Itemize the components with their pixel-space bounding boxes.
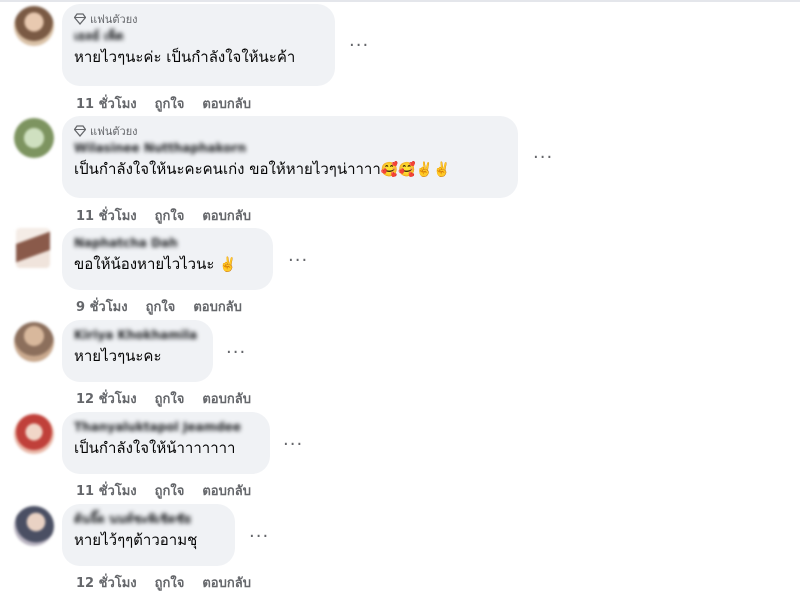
more-options-button[interactable]: ··· — [288, 252, 308, 270]
avatar[interactable] — [16, 228, 50, 268]
reply-button[interactable]: ตอบกลับ — [202, 209, 251, 224]
reply-button[interactable]: ตอบกลับ — [202, 97, 251, 112]
badge-label: แฟนตัวยง — [90, 13, 138, 26]
comment-bubble: Thanyaluktapol Jeamdee เป็นกำลังใจให้น้า… — [62, 412, 270, 474]
top-divider — [0, 0, 800, 2]
avatar[interactable] — [14, 6, 54, 46]
reply-button[interactable]: ตอบกลับ — [202, 576, 251, 591]
like-button[interactable]: ถูกใจ — [146, 300, 176, 315]
comment-time[interactable]: 11 ชั่วโมง — [76, 484, 137, 499]
more-options-button[interactable]: ··· — [226, 344, 246, 362]
top-fan-badge: แฟนตัวยง — [74, 12, 323, 26]
comment-time[interactable]: 12 ชั่วโมง — [76, 576, 137, 591]
avatar[interactable] — [14, 506, 54, 546]
comment-bubble: Kiriya Khokhamila หายไวๆนะคะ — [62, 320, 213, 382]
emoji-reaction: 🥰🥰✌️✌️ — [380, 162, 451, 178]
comment-text-body: หายไว้ๆๆต้าวอามชุ — [74, 531, 198, 549]
emoji-reaction: ✌️ — [219, 257, 237, 273]
more-options-button[interactable]: ··· — [533, 149, 553, 167]
comment-actions: 12 ชั่วโมง ถูกใจ ตอบกลับ — [76, 388, 269, 409]
like-button[interactable]: ถูกใจ — [155, 209, 185, 224]
comment-time[interactable]: 9 ชั่วโมง — [76, 300, 128, 315]
badge-label: แฟนตัวยง — [90, 125, 138, 138]
comment-author[interactable]: ต้นจิ๊ด นนท์ชะพิเชิดชัย — [74, 512, 223, 526]
comment-actions: 9 ชั่วโมง ถูกใจ ตอบกลับ — [76, 296, 260, 317]
like-button[interactable]: ถูกใจ — [155, 484, 185, 499]
comment-bubble: แฟนตัวยง เยลย์ เพ็ต หายไวๆนะค่ะ เป็นกำลั… — [62, 4, 335, 86]
comment-text-body: เป็นกำลังใจให้น้าาาาาาา — [74, 439, 236, 457]
comment-bubble: Naphatcha Dah ขอให้น้องหายไวไวนะ ✌️ — [62, 228, 273, 290]
diamond-icon — [74, 125, 86, 137]
comment-text-body: เป็นกำลังใจให้นะคะคนเก่ง ขอให้หายไวๆน่าา… — [74, 160, 381, 178]
comment-actions: 12 ชั่วโมง ถูกใจ ตอบกลับ — [76, 572, 269, 593]
comment-actions: 11 ชั่วโมง ถูกใจ ตอบกลับ — [76, 93, 269, 114]
like-button[interactable]: ถูกใจ — [155, 97, 185, 112]
comment-time[interactable]: 11 ชั่วโมง — [76, 209, 137, 224]
comment-text: หายไวๆนะคะ — [74, 346, 201, 366]
comment-text: หายไวๆนะค่ะ เป็นกำลังใจให้นะค้า — [74, 47, 323, 67]
diamond-icon — [74, 13, 86, 25]
reply-button[interactable]: ตอบกลับ — [193, 300, 242, 315]
top-fan-badge: แฟนตัวยง — [74, 124, 506, 138]
reply-button[interactable]: ตอบกลับ — [202, 484, 251, 499]
comment-text-body: หายไวๆนะคะ — [74, 347, 162, 365]
avatar[interactable] — [14, 322, 54, 362]
like-button[interactable]: ถูกใจ — [155, 392, 185, 407]
more-options-button[interactable]: ··· — [283, 436, 303, 454]
comment-text: เป็นกำลังใจให้นะคะคนเก่ง ขอให้หายไวๆน่าา… — [74, 159, 506, 180]
more-options-button[interactable]: ··· — [249, 528, 269, 546]
comment-text: เป็นกำลังใจให้น้าาาาาาา — [74, 438, 258, 458]
avatar[interactable] — [14, 414, 54, 454]
comment-text: หายไว้ๆๆต้าวอามชุ — [74, 530, 223, 550]
comment-author[interactable]: Kiriya Khokhamila — [74, 328, 201, 342]
comment-author[interactable]: Naphatcha Dah — [74, 236, 261, 250]
comment-actions: 11 ชั่วโมง ถูกใจ ตอบกลับ — [76, 480, 269, 501]
comment-bubble: ต้นจิ๊ด นนท์ชะพิเชิดชัย หายไว้ๆๆต้าวอามช… — [62, 504, 235, 566]
comment-author[interactable]: Thanyaluktapol Jeamdee — [74, 420, 258, 434]
comment-time[interactable]: 11 ชั่วโมง — [76, 97, 137, 112]
comment-text-body: ขอให้น้องหายไวไวนะ — [74, 255, 215, 273]
comment-text: ขอให้น้องหายไวไวนะ ✌️ — [74, 254, 261, 275]
comment-author[interactable]: เยลย์ เพ็ต — [74, 29, 323, 43]
more-options-button[interactable]: ··· — [349, 37, 369, 55]
comment-bubble: แฟนตัวยง Wilasinee Nutthaphakorn เป็นกำล… — [62, 116, 518, 198]
like-button[interactable]: ถูกใจ — [155, 576, 185, 591]
reply-button[interactable]: ตอบกลับ — [202, 392, 251, 407]
comment-author[interactable]: Wilasinee Nutthaphakorn — [74, 141, 506, 155]
avatar[interactable] — [14, 118, 54, 158]
comment-time[interactable]: 12 ชั่วโมง — [76, 392, 137, 407]
comment-text-body: หายไวๆนะค่ะ เป็นกำลังใจให้นะค้า — [74, 48, 296, 66]
comment-actions: 11 ชั่วโมง ถูกใจ ตอบกลับ — [76, 205, 269, 226]
